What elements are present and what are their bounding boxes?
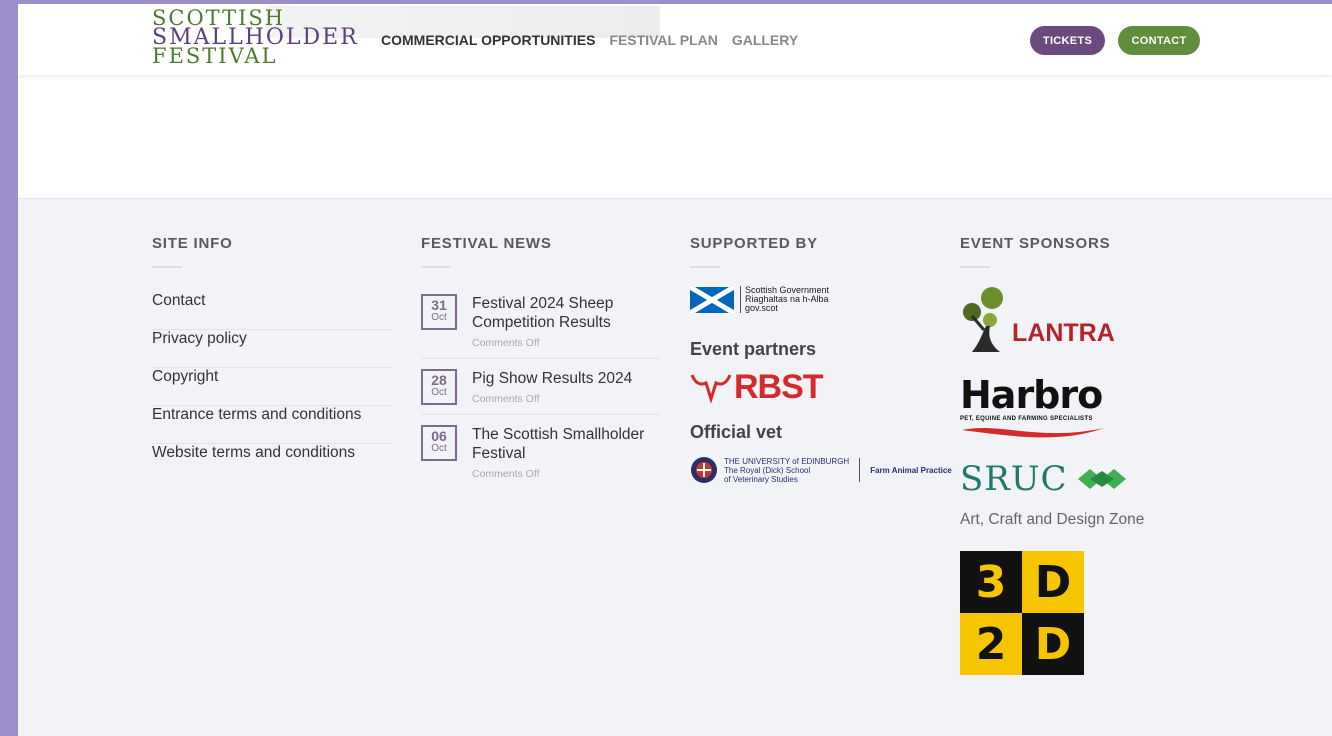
bull-head-icon — [690, 374, 732, 403]
date-month: Oct — [431, 443, 447, 454]
tree-icon — [963, 287, 1003, 352]
divider — [859, 458, 861, 482]
divider — [421, 266, 451, 268]
news-item[interactable]: 28 Oct Pig Show Results 2024 Comments Of… — [421, 369, 661, 415]
festival-news-column: FESTIVAL NEWS 31 Oct Festival 2024 Sheep… — [421, 235, 661, 499]
supported-by-title: SUPPORTED BY — [690, 235, 818, 252]
sruc-text: SRUC — [960, 459, 1068, 499]
scottish-government-logo[interactable]: Scottish Government Riaghaltas na h-Alba… — [690, 286, 952, 313]
university-crest-icon — [691, 457, 717, 483]
sruc-diamond-icon — [1077, 469, 1126, 489]
lantra-text: LANTRA — [1012, 319, 1115, 347]
date-badge: 31 Oct — [421, 294, 457, 330]
news-title-link[interactable]: The Scottish Smallholder Festival — [472, 425, 661, 463]
site-info-links: Contact Privacy policy Copyright Entranc… — [152, 292, 392, 482]
festival-news-title: FESTIVAL NEWS — [421, 235, 552, 252]
nav-gallery[interactable]: GALLERY — [732, 32, 798, 48]
lantra-logo[interactable]: LANTRA — [960, 286, 1144, 354]
uni-line: of Veterinary Studies — [724, 474, 798, 484]
gov-text: Scottish Government Riaghaltas na h-Alba… — [740, 286, 829, 313]
news-item[interactable]: 06 Oct The Scottish Smallholder Festival… — [421, 425, 661, 489]
date-day: 06 — [431, 428, 447, 444]
news-meta: Comments Off — [472, 337, 540, 349]
nav-commercial-opportunities[interactable]: COMMERCIAL OPPORTUNITIES — [381, 32, 595, 48]
farm-animal-practice-label: Farm Animal Practice — [870, 465, 952, 475]
site-info-column: SITE INFO Contact Privacy policy Copyrig… — [152, 235, 392, 482]
uni-line: THE UNIVERSITY of EDINBURGH — [724, 456, 850, 466]
3d2d-logo[interactable]: 3 D 2 D — [960, 551, 1084, 675]
site-info-title: SITE INFO — [152, 235, 233, 252]
date-badge: 28 Oct — [421, 369, 457, 405]
supported-by-column: SUPPORTED BY Scottish Government Riaghal… — [690, 235, 952, 485]
footer-link-website-terms[interactable]: Website terms and conditions — [152, 444, 392, 482]
site-logo[interactable]: SCOTTISH SMALLHOLDER FESTIVAL — [152, 8, 359, 67]
art-craft-design-zone-label: Art, Craft and Design Zone — [960, 511, 1145, 528]
grid-cell: 3 — [960, 551, 1022, 613]
news-item[interactable]: 31 Oct Festival 2024 Sheep Competition R… — [421, 294, 661, 359]
event-sponsors-column: EVENT SPONSORS LANTRA Harbro PET, EQUINE… — [960, 235, 1144, 675]
browser-viewport: SCOTTISH SMALLHOLDER FESTIVAL COMMERCIAL… — [18, 4, 1332, 736]
uni-line: The Royal (Dick) School — [724, 465, 811, 475]
news-meta: Comments Off — [472, 468, 540, 480]
rbst-logo[interactable]: RBST — [690, 370, 952, 404]
footer-link-copyright[interactable]: Copyright — [152, 368, 392, 406]
tickets-button[interactable]: TICKETS — [1030, 26, 1105, 55]
sruc-logo[interactable]: SRUC — [960, 459, 1144, 499]
news-meta: Comments Off — [472, 393, 540, 405]
rbst-text: RBST — [734, 368, 824, 406]
grid-cell: 2 — [960, 613, 1022, 675]
event-partners-heading: Event partners — [690, 339, 817, 359]
date-day: 31 — [431, 297, 447, 313]
date-day: 28 — [431, 372, 447, 388]
news-title-link[interactable]: Festival 2024 Sheep Competition Results — [472, 294, 661, 332]
nav-festival-plan[interactable]: FESTIVAL PLAN — [609, 32, 717, 48]
uni-text: THE UNIVERSITY of EDINBURGH The Royal (D… — [724, 457, 849, 484]
news-title-link[interactable]: Pig Show Results 2024 — [472, 369, 632, 388]
footer-link-entrance-terms[interactable]: Entrance terms and conditions — [152, 406, 392, 444]
harbro-text: Harbro — [960, 373, 1103, 417]
saltire-flag-icon — [690, 286, 734, 313]
divider — [960, 266, 990, 268]
date-badge: 06 Oct — [421, 425, 457, 461]
news-list: 31 Oct Festival 2024 Sheep Competition R… — [421, 294, 661, 489]
footer-link-contact[interactable]: Contact — [152, 292, 392, 330]
site-footer: SITE INFO Contact Privacy policy Copyrig… — [18, 198, 1332, 736]
main-nav: COMMERCIAL OPPORTUNITIES FESTIVAL PLAN G… — [381, 32, 798, 48]
divider — [690, 266, 720, 268]
gov-line: gov.scot — [745, 303, 778, 313]
university-of-edinburgh-logo[interactable]: THE UNIVERSITY of EDINBURGH The Royal (D… — [690, 455, 952, 485]
divider — [152, 266, 182, 268]
date-month: Oct — [431, 312, 447, 323]
site-header: SCOTTISH SMALLHOLDER FESTIVAL COMMERCIAL… — [18, 4, 1332, 75]
date-month: Oct — [431, 387, 447, 398]
grid-cell: D — [1022, 551, 1084, 613]
event-sponsors-title: EVENT SPONSORS — [960, 235, 1111, 252]
grid-cell: D — [1022, 613, 1084, 675]
official-vet-heading: Official vet — [690, 422, 783, 442]
footer-link-privacy-policy[interactable]: Privacy policy — [152, 330, 392, 368]
harbro-logo[interactable]: Harbro PET, EQUINE AND FARMING SPECIALIS… — [960, 376, 1144, 447]
contact-button[interactable]: CONTACT — [1118, 26, 1200, 55]
harbro-swoosh-icon — [962, 428, 1104, 438]
